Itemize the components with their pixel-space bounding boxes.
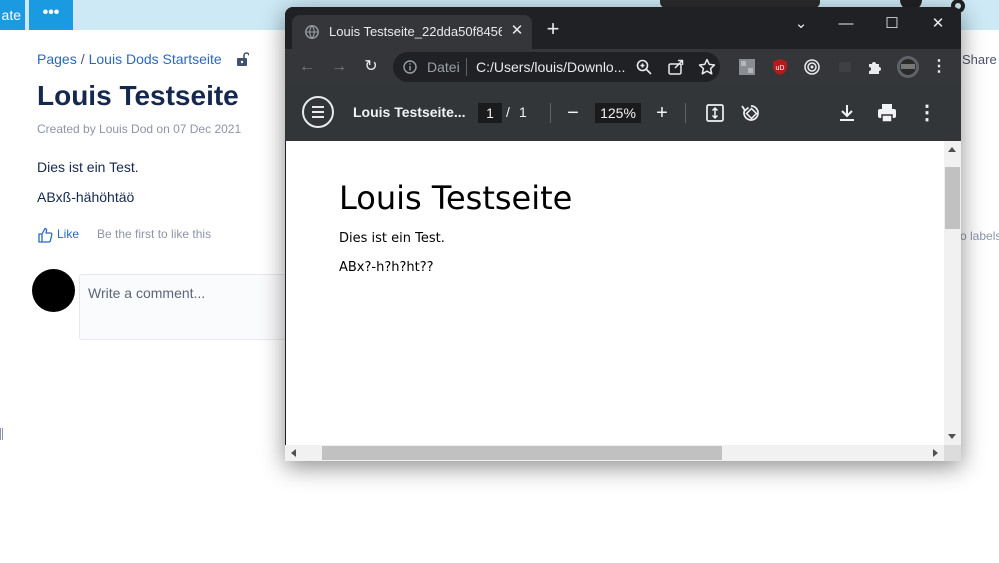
zoom-icon[interactable] bbox=[635, 58, 653, 76]
fit-page-icon[interactable] bbox=[703, 101, 727, 125]
vertical-scroll-thumb[interactable] bbox=[945, 167, 960, 229]
pdf-page: Louis Testseite Dies ist ein Test. ABx?-… bbox=[286, 141, 944, 445]
breadcrumb-pages[interactable]: Pages bbox=[37, 51, 77, 67]
reload-icon[interactable]: ↻ bbox=[361, 57, 381, 77]
like-hint: Be the first to like this bbox=[97, 227, 212, 242]
target-icon[interactable] bbox=[804, 59, 820, 75]
body-paragraph-2: ABxß-hähöhtäö bbox=[37, 189, 135, 205]
scroll-down-icon[interactable] bbox=[948, 434, 956, 439]
toolbar-separator bbox=[550, 103, 551, 123]
unlock-icon[interactable] bbox=[235, 52, 249, 66]
comment-placeholder: Write a comment... bbox=[88, 285, 206, 301]
page-byline: Created by Louis Dod on 07 Dec 2021 bbox=[37, 122, 242, 136]
back-icon[interactable]: ← bbox=[297, 57, 317, 77]
page-title: Louis Testseite bbox=[37, 80, 239, 111]
page-separator: / bbox=[506, 104, 510, 120]
tab-strip: Louis Testseite_22dda50f845643c ✕ + ⌄ — … bbox=[285, 7, 961, 49]
breadcrumb-parent[interactable]: Louis Dods Startseite bbox=[89, 51, 222, 67]
address-bar[interactable]: Datei C:/Users/louis/Downlo... bbox=[393, 52, 720, 82]
thumbs-up-icon[interactable] bbox=[37, 227, 53, 243]
scrollbar-corner bbox=[944, 445, 961, 461]
like-button[interactable]: Like bbox=[57, 227, 79, 241]
tab-search-icon[interactable]: ⌄ bbox=[791, 14, 811, 34]
globe-icon bbox=[305, 25, 319, 39]
close-window-button[interactable]: ✕ bbox=[928, 14, 948, 34]
url-text[interactable]: C:/Users/louis/Downlo... bbox=[476, 59, 626, 75]
kebab-icon[interactable]: ⋮ bbox=[929, 57, 949, 77]
print-icon[interactable] bbox=[875, 101, 899, 125]
body-paragraph-1: Dies ist ein Test. bbox=[37, 159, 139, 175]
page-total: 1 bbox=[519, 104, 527, 120]
horizontal-scrollbar[interactable] bbox=[285, 445, 944, 461]
star-icon[interactable] bbox=[698, 58, 716, 76]
forward-icon[interactable]: → bbox=[329, 57, 349, 77]
like-row: Like Be the first to like this bbox=[37, 227, 211, 243]
browser-toolbar: ← → ↻ Datei C:/Users/louis/Downlo... uD … bbox=[285, 49, 961, 85]
more-actions-button[interactable]: ••• bbox=[29, 0, 73, 30]
toolbar-separator bbox=[685, 103, 686, 123]
zoom-in-icon[interactable]: + bbox=[650, 101, 674, 125]
menu-icon[interactable] bbox=[302, 96, 334, 128]
scroll-right-icon[interactable] bbox=[933, 449, 938, 457]
share-icon[interactable] bbox=[667, 58, 685, 76]
pdf-paragraph-2: ABx?-h?h?ht?? bbox=[339, 260, 434, 275]
minimize-button[interactable]: — bbox=[836, 14, 856, 34]
scroll-up-icon[interactable] bbox=[948, 147, 956, 152]
scroll-left-icon[interactable] bbox=[291, 449, 296, 457]
avatar bbox=[32, 269, 75, 312]
url-divider bbox=[466, 58, 467, 76]
zoom-input[interactable]: 125% bbox=[595, 103, 641, 123]
share-button[interactable]: Share bbox=[962, 52, 997, 67]
extension-icon[interactable] bbox=[739, 59, 755, 75]
profile-icon[interactable] bbox=[897, 56, 919, 78]
pdf-more-icon[interactable]: ⋮ bbox=[915, 101, 939, 125]
url-scheme: Datei bbox=[427, 59, 460, 75]
tab-pdf[interactable]: Louis Testseite_22dda50f845643c ✕ bbox=[292, 15, 532, 49]
tab-title: Louis Testseite_22dda50f845643c bbox=[329, 24, 502, 39]
maximize-button[interactable]: ☐ bbox=[882, 14, 902, 34]
pdf-heading: Louis Testseite bbox=[339, 179, 573, 217]
tab-close-icon[interactable]: ✕ bbox=[510, 23, 524, 38]
chrome-window: Louis Testseite_22dda50f845643c ✕ + ⌄ — … bbox=[285, 7, 961, 461]
info-icon[interactable] bbox=[403, 60, 417, 74]
pdf-paragraph-1: Dies ist ein Test. bbox=[339, 231, 445, 246]
puzzle-icon[interactable] bbox=[867, 59, 883, 75]
zoom-out-icon[interactable]: − bbox=[561, 101, 585, 125]
page-number-input[interactable]: 1 bbox=[478, 103, 502, 123]
breadcrumb-separator: / bbox=[80, 51, 85, 67]
vertical-scrollbar[interactable] bbox=[944, 141, 961, 445]
labels-link[interactable]: o labels bbox=[960, 229, 999, 243]
rotate-icon[interactable] bbox=[739, 101, 763, 125]
create-button[interactable]: ate bbox=[0, 0, 25, 30]
svg-text:uD: uD bbox=[776, 65, 785, 72]
horizontal-scroll-thumb[interactable] bbox=[322, 446, 722, 460]
download-icon[interactable] bbox=[835, 101, 859, 125]
new-tab-button[interactable]: + bbox=[544, 18, 562, 40]
breadcrumb: Pages / Louis Dods Startseite bbox=[37, 51, 222, 67]
pdf-document-title: Louis Testseite... bbox=[353, 104, 466, 120]
ublock-icon[interactable]: uD bbox=[772, 59, 788, 75]
pdf-toolbar: Louis Testseite... 1 / 1 − 125% + ⋮ bbox=[285, 85, 961, 141]
disabled-extension-icon[interactable] bbox=[837, 59, 853, 75]
sidebar-resize-handle[interactable] bbox=[0, 428, 3, 440]
